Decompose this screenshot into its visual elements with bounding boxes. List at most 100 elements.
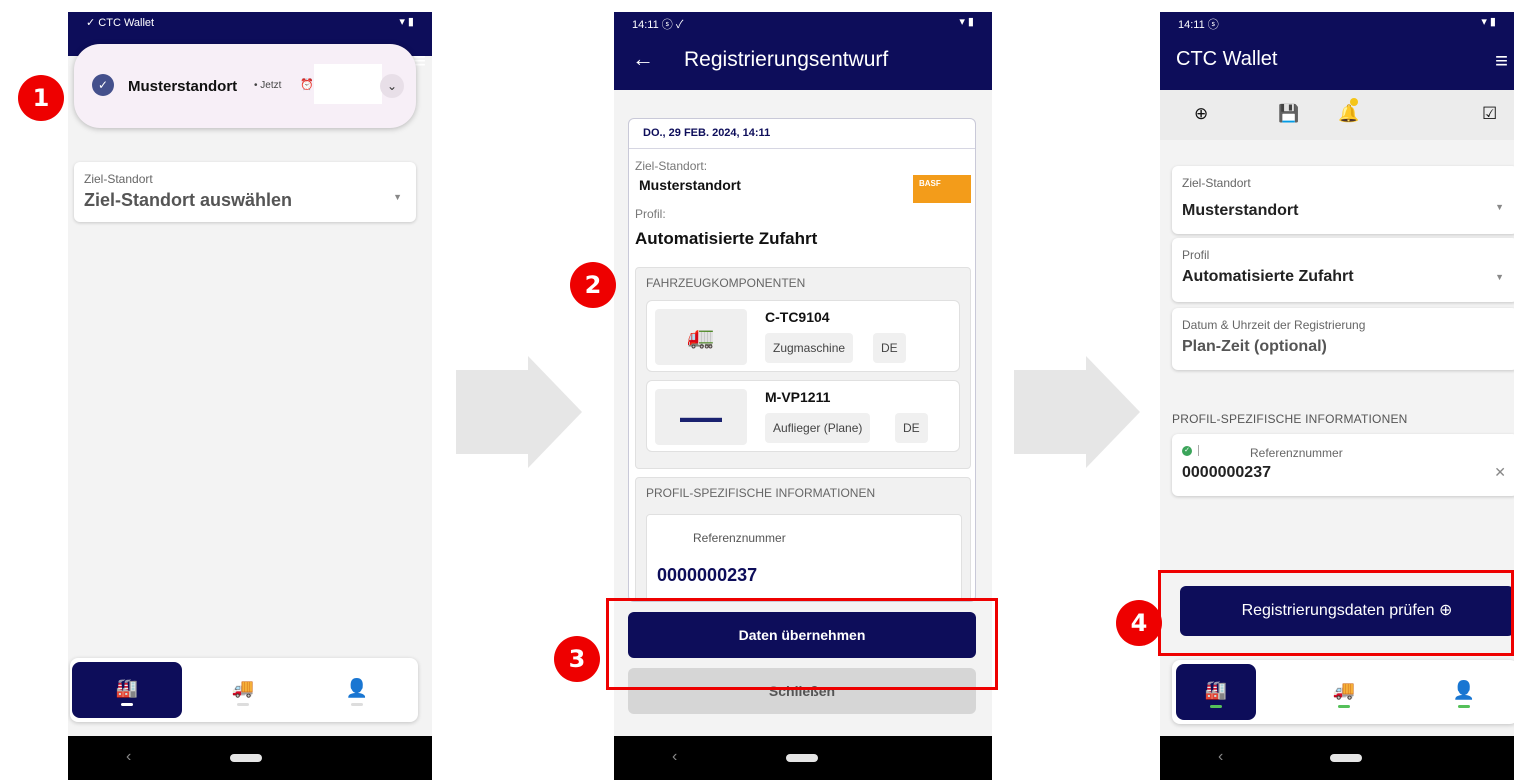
status-app-label: CTC Wallet — [98, 17, 155, 29]
status-bar: ✓ CTC Wallet ▾ ▮ — [68, 12, 432, 34]
tab-locations[interactable]: 🏭 — [1176, 664, 1256, 720]
system-home-pill[interactable] — [230, 754, 262, 762]
app-bar: ← Registrierungsentwurf — [614, 34, 992, 90]
section-title: FAHRZEUGKOMPONENTEN — [646, 276, 806, 290]
phone-screen-1: ✓ CTC Wallet ▾ ▮ ≡ ✓ Musterstandort • Je… — [68, 12, 432, 780]
save-icon[interactable]: 💾 — [1278, 104, 1299, 124]
checklist-icon[interactable]: ☑ — [1482, 104, 1497, 124]
profile-info-section: PROFIL-SPEZIFISCHE INFORMATIONEN Referen… — [635, 477, 971, 601]
factory-icon: 🏭 — [1204, 680, 1228, 700]
menu-icon[interactable]: ≡ — [1495, 48, 1508, 74]
person-icon: 👤 — [1452, 680, 1476, 700]
field-value: Automatisierte Zufahrt — [1182, 268, 1354, 285]
tractor-icon: 🚛 — [655, 309, 747, 365]
system-back-icon[interactable]: ‹ — [672, 748, 677, 766]
redacted-area — [314, 64, 382, 104]
tab-indicator — [351, 703, 363, 706]
system-back-icon[interactable]: ‹ — [126, 748, 131, 766]
chevron-down-icon[interactable]: ⌄ — [380, 74, 404, 98]
bottom-navigation: 🏭 🚚 👤 — [70, 658, 418, 722]
person-icon: 👤 — [345, 678, 369, 698]
system-nav-bar: ‹ — [68, 736, 432, 780]
vehicle-type-chip: Auflieger (Plane) — [765, 413, 871, 443]
wifi-battery-icon: ▾ ▮ — [399, 16, 414, 28]
status-app-name: ✓ CTC Wallet — [86, 17, 155, 29]
dropdown-caret-icon: ▼ — [1495, 272, 1504, 282]
text-cursor — [1198, 445, 1199, 456]
app-bar: CTC Wallet ≡ — [1160, 34, 1514, 90]
dropdown-caret-icon: ▼ — [1495, 202, 1504, 212]
field-value: Plan-Zeit (optional) — [1182, 338, 1327, 355]
wifi-battery-icon: ▾ ▮ — [1481, 16, 1496, 28]
step-badge-2: 2 — [570, 262, 616, 308]
brand-label: BASF — [919, 179, 941, 188]
arrow-body — [1014, 370, 1086, 454]
highlight-box-check — [1158, 570, 1514, 656]
target-value: Musterstandort — [639, 177, 741, 193]
clear-icon[interactable]: ✕ — [1494, 464, 1506, 481]
vehicle-section: FAHRZEUGKOMPONENTEN 🚛 C-TC9104 Zugmaschi… — [635, 267, 971, 469]
field-label: Referenznummer — [1250, 446, 1343, 460]
target-location-select[interactable]: Ziel-Standort Ziel-Standort auswählen ▼ — [74, 162, 416, 222]
status-time: 14:11 ⓢ — [1178, 19, 1219, 31]
wifi-battery-icon: ▾ ▮ — [959, 16, 974, 28]
field-label: Ziel-Standort — [1182, 176, 1251, 190]
step-badge-3: 3 — [554, 636, 600, 682]
field-value: 0000000237 — [1182, 464, 1271, 481]
tab-indicator — [237, 703, 249, 706]
system-home-pill[interactable] — [1330, 754, 1362, 762]
section-title: PROFIL-SPEZIFISCHE INFORMATIONEN — [646, 486, 876, 500]
field-value: Musterstandort — [1182, 202, 1299, 219]
reference-number-input[interactable]: ✓ Referenznummer 0000000237 ✕ — [1172, 434, 1514, 496]
field-label: Profil — [1182, 248, 1210, 262]
system-back-icon[interactable]: ‹ — [1218, 748, 1223, 766]
status-time: 14:11 ⓢ ✓ — [632, 19, 684, 31]
tab-profile[interactable]: 👤 — [302, 662, 412, 718]
trailer-icon: ▬▬▬ — [655, 389, 747, 445]
tab-indicator — [121, 703, 133, 706]
phone-screen-3: 14:11 ⓢ ▾ ▮ CTC Wallet ≡ ⊕ 💾 🔔 ☑ Ziel-St… — [1160, 12, 1514, 780]
notification-card[interactable]: ✓ Musterstandort • Jetzt ⏰ ⌄ — [74, 44, 416, 128]
notification-time: • Jetzt — [254, 80, 282, 91]
tab-vehicles[interactable]: 🚚 — [1304, 664, 1384, 720]
tab-vehicles[interactable]: 🚚 — [188, 662, 298, 718]
page-title: Registrierungsentwurf — [684, 48, 889, 71]
vehicle-plate: C-TC9104 — [765, 309, 830, 325]
add-icon[interactable]: ⊕ — [1194, 104, 1208, 124]
truck-icon: 🚚 — [231, 678, 255, 698]
status-time-label: 14:11 — [632, 19, 659, 31]
tutorial-stage: ✓ CTC Wallet ▾ ▮ ≡ ✓ Musterstandort • Je… — [0, 0, 1514, 780]
profile-label: Profil: — [635, 207, 666, 221]
datetime-field[interactable]: Datum & Uhrzeit der Registrierung Plan-Z… — [1172, 308, 1514, 370]
vehicle-card[interactable]: ▬▬▬ M-VP1211 Auflieger (Plane) DE — [646, 380, 960, 452]
vehicle-type-chip: Zugmaschine — [765, 333, 854, 363]
draft-date: DO., 29 FEB. 2024, 14:11 — [629, 119, 975, 149]
dropdown-caret-icon: ▼ — [393, 192, 402, 202]
target-label: Ziel-Standort: — [635, 159, 708, 173]
truck-icon: 🚚 — [1332, 680, 1356, 700]
profile-select[interactable]: Profil Automatisierte Zufahrt ▼ — [1172, 238, 1514, 302]
field-label: Datum & Uhrzeit der Registrierung — [1182, 318, 1366, 332]
reference-label: Referenznummer — [693, 531, 786, 545]
profile-value: Automatisierte Zufahrt — [635, 229, 818, 248]
system-nav-bar: ‹ — [614, 736, 992, 780]
status-bar: 14:11 ⓢ ✓ ▾ ▮ — [614, 12, 992, 34]
step-badge-1: 1 — [18, 75, 64, 121]
bottom-navigation: 🏭 🚚 👤 — [1172, 660, 1514, 724]
status-time-label: 14:11 — [1178, 19, 1205, 31]
notification-badge — [1350, 98, 1358, 106]
system-home-pill[interactable] — [786, 754, 818, 762]
target-location-select[interactable]: Ziel-Standort Musterstandort ▼ — [1172, 166, 1514, 234]
back-arrow-icon[interactable]: ← — [632, 46, 654, 72]
tab-profile[interactable]: 👤 — [1424, 664, 1504, 720]
registration-draft-card: DO., 29 FEB. 2024, 14:11 Ziel-Standort: … — [628, 118, 976, 602]
page-title: CTC Wallet — [1176, 48, 1278, 70]
tab-locations[interactable]: 🏭 — [72, 662, 182, 718]
vehicle-card[interactable]: 🚛 C-TC9104 Zugmaschine DE — [646, 300, 960, 372]
vehicle-plate: M-VP1211 — [765, 389, 831, 405]
factory-icon: 🏭 — [115, 678, 139, 698]
bell-icon[interactable]: 🔔 — [1338, 104, 1359, 124]
highlight-box-accept — [606, 598, 998, 690]
vehicle-country-chip: DE — [873, 333, 906, 363]
arrow-head — [528, 356, 582, 468]
